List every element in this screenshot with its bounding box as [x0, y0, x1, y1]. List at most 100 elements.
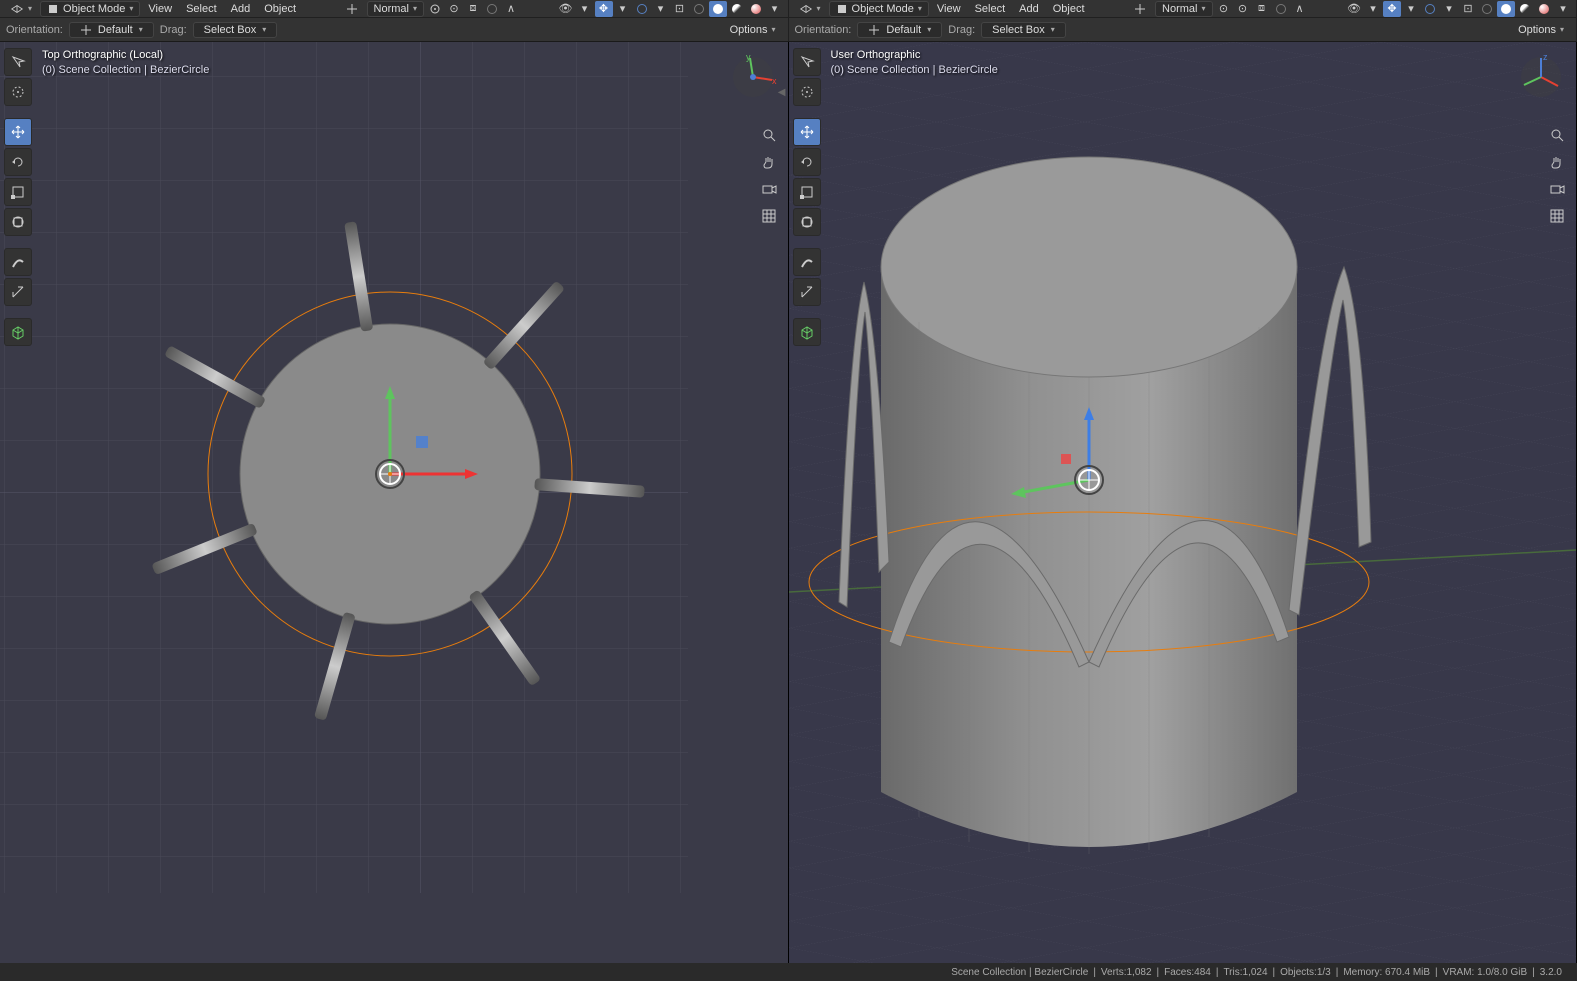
chevron-down-icon: ▾: [771, 25, 775, 34]
axis-gizmo-left[interactable]: x y: [728, 52, 778, 102]
drag-select[interactable]: Select Box ▾: [193, 22, 278, 38]
tool-measure[interactable]: [793, 278, 821, 306]
shading-select[interactable]: Normal ▾: [367, 1, 424, 17]
menu-add[interactable]: Add: [225, 1, 257, 17]
overlay-chevron-icon[interactable]: ▾: [652, 1, 670, 17]
tool-measure[interactable]: [4, 278, 32, 306]
tool-add-cube[interactable]: [4, 318, 32, 346]
menu-view[interactable]: View: [931, 1, 967, 17]
tool-select[interactable]: [793, 48, 821, 76]
drag-label: Drag:: [948, 24, 975, 36]
xray-icon[interactable]: ⊡: [671, 1, 689, 17]
pan-icon[interactable]: [1546, 151, 1568, 173]
wireframe-icon[interactable]: [690, 1, 708, 17]
rendered-icon[interactable]: [1535, 1, 1553, 17]
editor-type-button[interactable]: ▾: [793, 1, 827, 17]
collapse-icon[interactable]: ◀: [778, 87, 786, 98]
snap-icon[interactable]: ⧈: [1253, 1, 1271, 17]
zoom-icon[interactable]: [1546, 124, 1568, 146]
camera-icon[interactable]: [758, 178, 780, 200]
status-version: 3.2.0: [1540, 967, 1562, 978]
menu-select[interactable]: Select: [969, 1, 1012, 17]
material-icon[interactable]: [1516, 1, 1534, 17]
tool-add-cube[interactable]: [793, 318, 821, 346]
tool-scale[interactable]: [4, 178, 32, 206]
tool-rotate[interactable]: [4, 148, 32, 176]
menu-select[interactable]: Select: [180, 1, 223, 17]
menu-object[interactable]: Object: [258, 1, 302, 17]
mode-select[interactable]: Object Mode ▾: [829, 1, 929, 17]
viewport-canvas[interactable]: [0, 42, 788, 963]
orientation-icon[interactable]: [1127, 1, 1153, 17]
tool-cursor[interactable]: [4, 78, 32, 106]
tool-rotate[interactable]: [793, 148, 821, 176]
orientation-icon[interactable]: [339, 1, 365, 17]
header-left: ▾ Object Mode ▾ View Select Add Object N…: [0, 0, 789, 17]
rendered-icon[interactable]: [747, 1, 765, 17]
orientation-select[interactable]: Default ▾: [69, 22, 154, 38]
wireframe-icon[interactable]: [1478, 1, 1496, 17]
tool-cursor[interactable]: [793, 78, 821, 106]
snap-center-icon[interactable]: ⊙: [1215, 1, 1233, 17]
options-label: Options: [730, 24, 768, 36]
proportional-icon[interactable]: [1272, 1, 1290, 17]
viewport-canvas[interactable]: [789, 42, 1577, 963]
tool-select[interactable]: [4, 48, 32, 76]
editor-type-button[interactable]: ▾: [4, 1, 38, 17]
status-collection: Scene Collection | BezierCircle: [951, 967, 1088, 978]
zoom-icon[interactable]: [758, 124, 780, 146]
pan-icon[interactable]: [758, 151, 780, 173]
mode-label: Object Mode: [63, 3, 125, 15]
snap-median-icon[interactable]: ⊙: [445, 1, 463, 17]
proportional-icon[interactable]: [483, 1, 501, 17]
gizmo-chevron2-icon[interactable]: ▾: [1402, 1, 1420, 17]
orientation-select[interactable]: Default ▾: [857, 22, 942, 38]
tool-annotate[interactable]: [793, 248, 821, 276]
xray-icon[interactable]: ⊡: [1459, 1, 1477, 17]
tool-transform[interactable]: [793, 208, 821, 236]
material-icon[interactable]: [728, 1, 746, 17]
gizmo-chevron2-icon[interactable]: ▾: [614, 1, 632, 17]
svg-text:y: y: [746, 52, 751, 62]
visibility-icon[interactable]: 👁: [557, 1, 575, 17]
overlay-chevron-icon[interactable]: ▾: [1440, 1, 1458, 17]
options-button[interactable]: Options ▾: [724, 22, 782, 38]
falloff-icon[interactable]: ∧: [1291, 1, 1309, 17]
mode-select[interactable]: Object Mode ▾: [40, 1, 140, 17]
menu-object[interactable]: Object: [1047, 1, 1091, 17]
snap-center-icon[interactable]: [426, 1, 444, 17]
options-button[interactable]: Options ▾: [1512, 22, 1570, 38]
menu-view[interactable]: View: [142, 1, 178, 17]
axis-gizmo-right[interactable]: z: [1516, 52, 1566, 102]
viewport-right[interactable]: User Orthographic (0) Scene Collection |…: [789, 42, 1577, 963]
snap-icon[interactable]: ⧈: [464, 1, 482, 17]
solid-icon[interactable]: [1497, 1, 1515, 17]
overlay-icon[interactable]: [633, 1, 651, 17]
vp-toolbar-left: [4, 48, 32, 346]
viewport-left[interactable]: Top Orthographic (Local) (0) Scene Colle…: [0, 42, 789, 963]
drag-select[interactable]: Select Box ▾: [981, 22, 1066, 38]
overlay-icon[interactable]: [1421, 1, 1439, 17]
shading-select[interactable]: Normal ▾: [1155, 1, 1212, 17]
gizmo-icon[interactable]: ✥: [595, 1, 613, 17]
snap-median-icon[interactable]: ⊙: [1234, 1, 1252, 17]
shading-chevron-icon[interactable]: ▾: [1554, 1, 1572, 17]
falloff-icon[interactable]: ∧: [502, 1, 520, 17]
camera-icon[interactable]: [1546, 178, 1568, 200]
gizmo-icon[interactable]: ✥: [1383, 1, 1401, 17]
chevron-down-icon: ▾: [1051, 25, 1055, 34]
gizmo-chevron-icon[interactable]: ▾: [1364, 1, 1382, 17]
visibility-icon[interactable]: 👁: [1345, 1, 1363, 17]
grid-perspective-icon[interactable]: [1546, 205, 1568, 227]
status-memory: Memory: 670.4 MiB: [1343, 967, 1430, 978]
tool-move[interactable]: [4, 118, 32, 146]
tool-scale[interactable]: [793, 178, 821, 206]
gizmo-chevron-icon[interactable]: ▾: [576, 1, 594, 17]
tool-move[interactable]: [793, 118, 821, 146]
shading-chevron-icon[interactable]: ▾: [766, 1, 784, 17]
tool-transform[interactable]: [4, 208, 32, 236]
tool-annotate[interactable]: [4, 248, 32, 276]
grid-perspective-icon[interactable]: [758, 205, 780, 227]
solid-icon[interactable]: [709, 1, 727, 17]
menu-add[interactable]: Add: [1013, 1, 1045, 17]
